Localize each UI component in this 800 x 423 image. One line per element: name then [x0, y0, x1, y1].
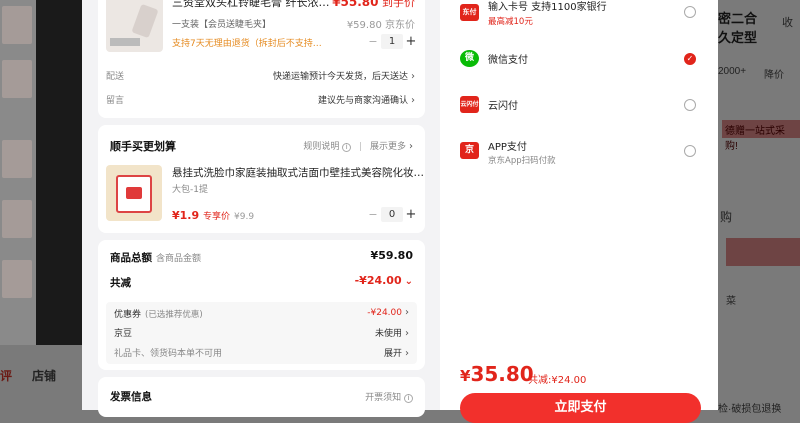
increase-button[interactable]: +: [403, 34, 419, 49]
payment-radio-selected[interactable]: ✓: [684, 53, 696, 65]
quantity-stepper: − 1 +: [365, 34, 419, 49]
thumbnail: [2, 60, 32, 98]
giftcard-label: 礼品卡、领货码本单不可用: [114, 349, 223, 359]
payable-total: ¥35.80: [460, 362, 534, 386]
payment-radio[interactable]: [684, 99, 696, 111]
payment-name: APP支付: [488, 142, 527, 153]
media-panel: [36, 0, 82, 345]
bg-text: 检·破损包退换: [718, 404, 782, 415]
delivery-value[interactable]: 快递运输预计今天发货，后天送达 ›: [273, 69, 415, 82]
delivery-label: 配送: [106, 72, 125, 82]
chevron-right-icon: ›: [409, 141, 413, 152]
payment-option-wechat[interactable]: 微 微信支付 ✓: [440, 46, 718, 86]
rules-link[interactable]: 规则说明 i: [303, 142, 352, 152]
thumbnail: [2, 140, 32, 178]
addon-quantity-input[interactable]: 0: [381, 207, 403, 222]
bg-box: [726, 238, 800, 266]
help-icon: i: [404, 394, 413, 403]
bg-sales: 2000+: [718, 66, 747, 77]
tab-store: 店铺: [32, 369, 57, 383]
chevron-right-icon: ›: [411, 71, 415, 82]
help-icon: i: [342, 143, 352, 152]
payment-radio[interactable]: [684, 6, 696, 18]
thumbnail: [2, 200, 32, 238]
payment-column: 东付 输入卡号 支持1100家银行 最高减10元 微 微信支付 ✓ 云闪付 云闪…: [440, 0, 718, 423]
total-label: 商品总额 含商品金额: [110, 252, 202, 264]
payment-sub: 京东App扫码付款: [488, 156, 556, 166]
bg-title-line2: 久定型: [718, 30, 758, 45]
discount-label: 共减: [110, 277, 131, 289]
thumbnail: [2, 6, 32, 44]
product-title[interactable]: 三资堂双头杠铃睫毛膏 纤长浓…: [172, 0, 330, 10]
coupon-value[interactable]: -¥24.00 ›: [367, 307, 409, 318]
product-image[interactable]: [106, 0, 163, 52]
giftcard-expand[interactable]: 展开 ›: [384, 346, 409, 359]
chevron-right-icon: ›: [405, 328, 409, 339]
addon-quantity-stepper: − 0 +: [365, 207, 419, 222]
bg-text: 购: [720, 210, 733, 224]
coupon-label: 优惠券 (已选推荐优惠): [114, 310, 203, 320]
invoice-card[interactable]: 发票信息 开票须知 i: [98, 377, 425, 417]
payment-name: 输入卡号 支持1100家银行: [488, 2, 607, 13]
addon-product-image[interactable]: [106, 165, 162, 221]
total-discount: 共减:¥24.00: [528, 375, 587, 386]
bg-title-line1: 密二合: [718, 11, 758, 26]
discount-details: 优惠券 (已选推荐优惠) -¥24.00 › 京豆 未使用 › 礼品卡、领货码本单不可…: [106, 302, 417, 364]
discount-value[interactable]: -¥24.00 ⌄: [355, 274, 413, 287]
addon-price: ¥1.9 专享价 ¥9.9: [172, 209, 255, 222]
invoice-notice-link[interactable]: 开票须知 i: [365, 390, 413, 403]
jingdou-label: 京豆: [114, 329, 133, 339]
bg-promo: 德赠一站式采购!: [722, 120, 800, 152]
bg-price-drop: 降价: [764, 70, 784, 81]
chevron-down-icon: ⌄: [404, 276, 413, 287]
quantity-input[interactable]: 1: [381, 34, 403, 49]
product-spec: 一支装【会员送睫毛夹】: [172, 20, 272, 30]
addon-section-title: 顺手买更划算: [110, 140, 176, 153]
product-final-price: ¥55.80 到手价: [332, 0, 415, 9]
order-details-column: 三资堂双头杠铃睫毛膏 纤长浓… ¥55.80 到手价 一支装【会员送睫毛夹】 ¥…: [82, 0, 440, 417]
jingdou-value[interactable]: 未使用 ›: [375, 326, 409, 339]
addon-product-title[interactable]: 悬挂式洗脸巾家庭装抽取式洁面巾壁挂式美容院化妆…: [172, 165, 424, 180]
bg-text: 菜: [726, 296, 736, 307]
note-label: 留言: [106, 96, 125, 106]
show-more-link[interactable]: 展示更多 ›: [370, 141, 413, 152]
background-tabs: 评 店铺: [0, 345, 82, 410]
payment-name: 云闪付: [488, 101, 518, 112]
background-right: 密二合 久定型 收 2000+ 降价 德赠一站式采购! 购 菜 检·破损包退换: [718, 0, 800, 415]
payment-name: 微信支付: [488, 55, 528, 66]
product-original-price: ¥59.80 京东价: [346, 20, 415, 31]
total-value: ¥59.80: [370, 249, 413, 262]
addon-links: 规则说明 i 展示更多 ›: [303, 139, 413, 152]
background-left: 评 店铺: [0, 0, 82, 410]
payment-radio[interactable]: [684, 145, 696, 157]
summary-card: 商品总额 含商品金额 ¥59.80 共减 -¥24.00 ⌄ 优惠券 (已选推荐优惠)…: [98, 240, 425, 370]
pay-now-button[interactable]: 立即支付: [460, 393, 701, 423]
payment-promo: 最高减10元: [488, 17, 533, 27]
chevron-right-icon: ›: [411, 95, 415, 106]
jd-pay-icon: 东付: [460, 4, 479, 21]
decrease-button[interactable]: −: [365, 208, 381, 221]
payment-option-app[interactable]: 京 APP支付 京东App扫码付款: [440, 138, 718, 178]
favorite-icon: 收: [782, 17, 793, 29]
addon-product-spec: 大包-1提: [172, 185, 208, 195]
chevron-right-icon: ›: [405, 307, 409, 318]
payment-option-card[interactable]: 东付 输入卡号 支持1100家银行 最高减10元: [440, 0, 718, 40]
addon-card: 顺手买更划算 规则说明 i 展示更多 › 悬挂式洗脸巾家庭装抽取式洁面巾壁挂式美容…: [98, 125, 425, 233]
tab-review: 评: [0, 369, 13, 383]
wechat-icon: 微: [460, 50, 479, 67]
jd-app-icon: 京: [460, 142, 479, 159]
invoice-label: 发票信息: [110, 391, 152, 403]
return-policy: 支持7天无理由退货（拆封后不支持…: [172, 39, 322, 49]
unionpay-quickpass-icon: 云闪付: [460, 96, 479, 113]
decrease-button[interactable]: −: [365, 35, 381, 48]
product-card: 三资堂双头杠铃睫毛膏 纤长浓… ¥55.80 到手价 一支装【会员送睫毛夹】 ¥…: [98, 0, 425, 118]
note-value[interactable]: 建议先与商家沟通确认 ›: [318, 93, 415, 106]
chevron-right-icon: ›: [405, 348, 409, 359]
thumbnail: [2, 260, 32, 298]
increase-button[interactable]: +: [403, 207, 419, 222]
payment-option-unionpay[interactable]: 云闪付 云闪付: [440, 92, 718, 132]
